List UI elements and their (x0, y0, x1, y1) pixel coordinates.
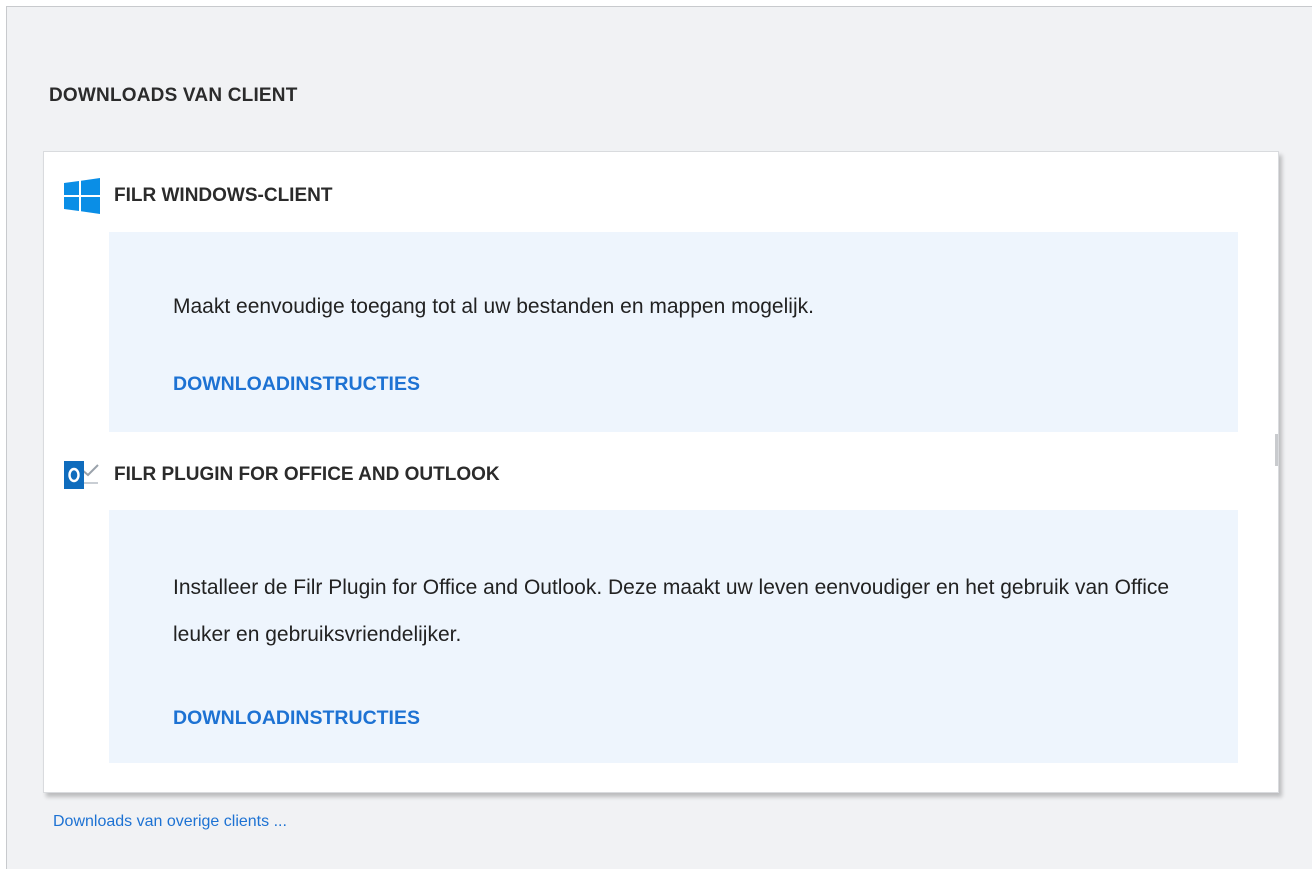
windows-download-instructions-link[interactable]: DOWNLOADINSTRUCTIES (173, 373, 420, 396)
outlook-icon (62, 457, 102, 493)
client-downloads-card: FILR WINDOWS-CLIENT Maakt eenvoudige toe… (43, 151, 1279, 793)
windows-client-title: FILR WINDOWS-CLIENT (114, 185, 333, 206)
office-plugin-header: FILR PLUGIN FOR OFFICE AND OUTLOOK (62, 457, 500, 493)
office-download-instructions-link[interactable]: DOWNLOADINSTRUCTIES (173, 707, 420, 730)
windows-client-header: FILR WINDOWS-CLIENT (62, 178, 332, 214)
office-plugin-title: FILR PLUGIN FOR OFFICE AND OUTLOOK (114, 464, 500, 485)
office-plugin-description: Installeer de Filr Plugin for Office and… (173, 576, 1170, 646)
section-title: DOWNLOADS VAN CLIENT (49, 85, 298, 106)
office-plugin-info: Installeer de Filr Plugin for Office and… (109, 510, 1238, 763)
windows-client-info: Maakt eenvoudige toegang tot al uw besta… (109, 232, 1238, 432)
other-clients-downloads-link[interactable]: Downloads van overige clients ... (53, 813, 287, 831)
downloads-panel: DOWNLOADS VAN CLIENT FILR WINDOWS-CLIENT… (6, 6, 1312, 869)
windows-icon (62, 178, 102, 214)
scrollbar-thumb[interactable] (1275, 434, 1278, 466)
windows-client-description: Maakt eenvoudige toegang tot al uw besta… (173, 295, 814, 318)
